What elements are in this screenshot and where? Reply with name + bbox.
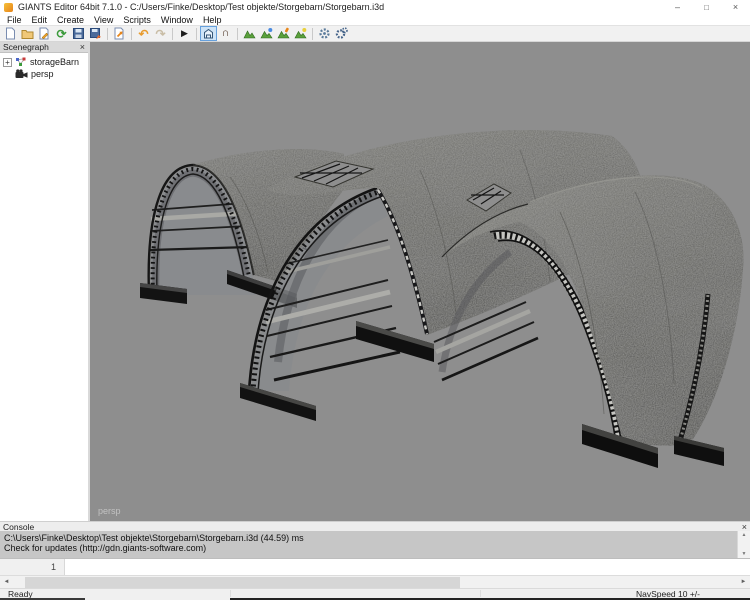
minimize-button[interactable]: –	[663, 0, 692, 14]
terrain-sculpt-button[interactable]	[241, 26, 258, 41]
scrollbar-track[interactable]	[13, 576, 737, 589]
terrain-foliage-button[interactable]	[292, 26, 309, 41]
transform-group-icon	[15, 57, 27, 67]
scroll-right-icon[interactable]: ►	[737, 579, 750, 585]
menu-file[interactable]: File	[2, 15, 27, 25]
node-label: persp	[31, 69, 54, 79]
redo-icon: ↷	[155, 28, 165, 40]
viewport-3d[interactable]: persp	[90, 42, 750, 521]
redo-button[interactable]: ↷	[152, 26, 169, 41]
gear-icon	[335, 27, 348, 40]
toolbar-separator	[131, 28, 132, 40]
menu-view[interactable]: View	[89, 15, 118, 25]
undo-button[interactable]: ↶	[135, 26, 152, 41]
node-label: storageBarn	[30, 57, 79, 67]
window-title: GIANTS Editor 64bit 7.1.0 - C:/Users/Fin…	[18, 2, 663, 12]
gear-icon	[318, 27, 331, 40]
console-close-icon[interactable]: ×	[742, 522, 747, 532]
scenegraph-title: Scenegraph	[3, 42, 49, 52]
toolbar-separator	[107, 28, 108, 40]
expand-spacer	[3, 70, 12, 79]
console-line: Check for updates (http://gdn.giants-sof…	[4, 543, 737, 553]
console-output[interactable]: C:\Users\Finke\Desktop\Test objekte\Stor…	[0, 531, 737, 558]
save-as-button[interactable]	[87, 26, 104, 41]
magnet-icon: ∩	[222, 28, 230, 39]
maximize-button[interactable]: □	[692, 0, 721, 14]
script-input-row: 1	[0, 558, 750, 575]
save-as-icon	[89, 27, 102, 40]
script-input-field[interactable]	[65, 559, 750, 575]
terrain-paint-icon	[277, 27, 290, 40]
scene-3d-render	[90, 42, 750, 521]
tree-item-storagebarn[interactable]: + storageBarn	[0, 56, 88, 68]
scroll-down-icon[interactable]: ▼	[742, 551, 747, 557]
line-number: 1	[0, 559, 65, 575]
scrollbar-thumb[interactable]	[25, 577, 460, 588]
toolbar-separator	[312, 28, 313, 40]
settings-gear-button[interactable]	[316, 26, 333, 41]
terrain-paint-button[interactable]	[275, 26, 292, 41]
menu-edit[interactable]: Edit	[27, 15, 53, 25]
new-file-button[interactable]	[2, 26, 19, 41]
reload-button[interactable]: ⟳	[53, 26, 70, 41]
menu-help[interactable]: Help	[198, 15, 227, 25]
play-icon: ▶	[181, 29, 188, 38]
menu-bar: File Edit Create View Scripts Window Hel…	[0, 14, 750, 25]
scenegraph-panel: Scenegraph × + storageBarn persp	[0, 42, 90, 521]
toolbar-separator	[172, 28, 173, 40]
undo-icon: ↶	[138, 28, 148, 40]
scenegraph-header: Scenegraph ×	[0, 42, 88, 53]
status-separator	[230, 590, 231, 597]
console-title: Console	[3, 522, 34, 532]
console-scrollbar[interactable]: ▲ ▼	[737, 531, 750, 558]
toolbar: ⟳ ↶ ↷ ▶ ∩	[0, 25, 750, 42]
status-bar: Ready NavSpeed 10 +/-	[0, 588, 750, 598]
terrain-sculpt-icon	[243, 27, 256, 40]
scroll-up-icon[interactable]: ▲	[742, 532, 747, 538]
import-file-icon	[38, 27, 51, 40]
save-icon	[72, 27, 85, 40]
menu-create[interactable]: Create	[52, 15, 89, 25]
open-file-button[interactable]	[19, 26, 36, 41]
terrain-smooth-button[interactable]	[258, 26, 275, 41]
close-button[interactable]: ×	[721, 0, 750, 14]
tree-item-persp[interactable]: persp	[0, 68, 88, 80]
camera-label: persp	[98, 506, 121, 516]
play-button[interactable]: ▶	[176, 26, 193, 41]
expand-icon[interactable]: +	[3, 58, 12, 67]
open-folder-icon	[21, 27, 34, 40]
import-file-button[interactable]	[36, 26, 53, 41]
main-area: Scenegraph × + storageBarn persp	[0, 42, 750, 521]
menu-window[interactable]: Window	[156, 15, 198, 25]
status-text: Ready	[8, 589, 33, 599]
publish-button[interactable]	[111, 26, 128, 41]
maximize-icon: □	[704, 3, 709, 12]
horizontal-scrollbar[interactable]: ◄ ►	[0, 575, 750, 588]
new-file-icon	[4, 27, 17, 40]
menu-scripts[interactable]: Scripts	[118, 15, 156, 25]
reload-icon: ⟳	[56, 28, 66, 40]
console-header: Console ×	[0, 521, 750, 531]
save-button[interactable]	[70, 26, 87, 41]
console-panel: C:\Users\Finke\Desktop\Test objekte\Stor…	[0, 531, 750, 558]
camera-icon	[15, 69, 28, 79]
toolbar-separator	[196, 28, 197, 40]
navspeed-label: NavSpeed 10 +/-	[636, 589, 700, 599]
title-bar: GIANTS Editor 64bit 7.1.0 - C:/Users/Fin…	[0, 0, 750, 14]
publish-icon	[113, 27, 126, 40]
shader-gear-button[interactable]	[333, 26, 350, 41]
app-icon	[4, 3, 13, 12]
move-mode-button[interactable]	[200, 26, 217, 41]
terrain-smooth-icon	[260, 27, 273, 40]
status-separator	[480, 590, 481, 597]
toolbar-separator	[237, 28, 238, 40]
giants-editor-window: GIANTS Editor 64bit 7.1.0 - C:/Users/Fin…	[0, 0, 750, 600]
terrain-foliage-icon	[294, 27, 307, 40]
snap-magnet-button[interactable]: ∩	[217, 26, 234, 41]
scenegraph-tree: + storageBarn persp	[0, 53, 88, 80]
move-mode-icon	[202, 27, 215, 40]
console-line: C:\Users\Finke\Desktop\Test objekte\Stor…	[4, 533, 737, 543]
scroll-left-icon[interactable]: ◄	[0, 579, 13, 585]
scenegraph-close-icon[interactable]: ×	[80, 42, 85, 52]
